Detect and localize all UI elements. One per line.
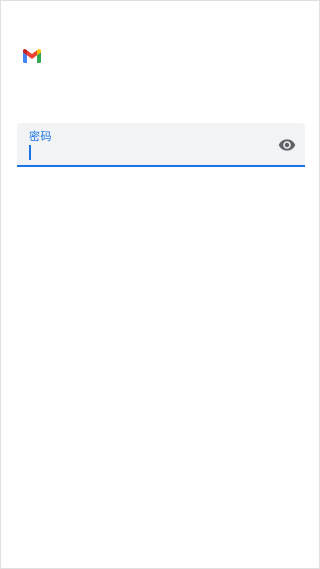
show-password-toggle[interactable] — [277, 135, 297, 155]
eye-icon — [278, 139, 296, 151]
login-screen: 密码 — [0, 0, 320, 569]
field-underline — [17, 165, 305, 167]
password-field[interactable]: 密码 — [17, 123, 305, 167]
text-cursor — [29, 145, 31, 160]
password-label: 密码 — [29, 130, 52, 143]
gmail-logo-icon — [23, 49, 41, 63]
